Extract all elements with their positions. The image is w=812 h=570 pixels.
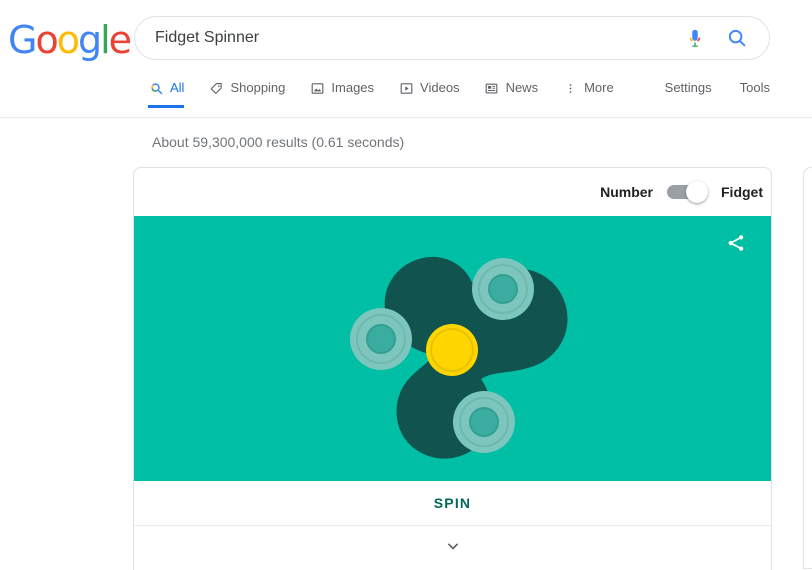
spin-row[interactable]: SPIN — [134, 481, 771, 526]
search-tabs: All Shopping Images Videos News More — [148, 80, 638, 118]
fidget-spinner-card: Number Fidget SPIN — [133, 167, 772, 570]
logo-letter: G — [8, 18, 37, 62]
search-header: Google Fidget Spinner All Shopping Image… — [0, 0, 812, 118]
search-box[interactable] — [134, 16, 770, 60]
fidget-spinner-graphic[interactable] — [134, 216, 771, 481]
tag-icon — [208, 80, 224, 96]
spin-button[interactable]: SPIN — [434, 495, 471, 511]
logo-letter: o — [56, 18, 80, 62]
logo-letter: g — [77, 18, 102, 62]
tools-button[interactable]: Tools — [740, 80, 770, 96]
tab-all[interactable]: All — [148, 80, 198, 108]
tab-images[interactable]: Images — [309, 80, 388, 108]
tab-label: Shopping — [230, 80, 286, 95]
toggle-label-number: Number — [600, 184, 653, 200]
toggle-label-fidget: Fidget — [721, 184, 763, 200]
tab-more[interactable]: More — [562, 80, 628, 108]
search-icon — [148, 80, 164, 96]
logo-letter: e — [108, 18, 132, 62]
chevron-down-icon[interactable] — [443, 536, 463, 561]
tab-shopping[interactable]: Shopping — [208, 80, 299, 108]
spinner-stage — [134, 216, 771, 481]
search-icon[interactable] — [725, 26, 749, 50]
tab-label: More — [584, 80, 614, 95]
logo-letter: o — [35, 18, 58, 62]
image-icon — [309, 80, 325, 96]
more-vertical-icon — [562, 80, 578, 96]
microphone-icon[interactable] — [683, 26, 707, 50]
spinner-svg[interactable] — [303, 224, 603, 474]
tab-news[interactable]: News — [484, 80, 553, 108]
search-input[interactable] — [135, 24, 683, 52]
mode-toggle[interactable] — [665, 180, 709, 204]
expand-row[interactable] — [134, 526, 771, 570]
newspaper-icon — [484, 80, 500, 96]
tab-videos[interactable]: Videos — [398, 80, 474, 108]
next-card-peek — [803, 167, 812, 569]
search-actions — [683, 26, 769, 50]
settings-button[interactable]: Settings — [665, 80, 712, 96]
result-stats: About 59,300,000 results (0.61 seconds) — [152, 134, 405, 150]
tab-label: Videos — [420, 80, 460, 95]
tab-label: All — [170, 80, 185, 95]
toggle-knob[interactable] — [686, 181, 708, 203]
tab-label: Images — [331, 80, 375, 95]
video-icon — [398, 80, 414, 96]
card-header: Number Fidget — [134, 168, 771, 216]
tab-label: News — [505, 80, 539, 95]
search-tools: Settings Tools — [665, 80, 770, 96]
google-logo[interactable]: Google — [8, 18, 132, 62]
logo-letter: l — [100, 18, 110, 62]
